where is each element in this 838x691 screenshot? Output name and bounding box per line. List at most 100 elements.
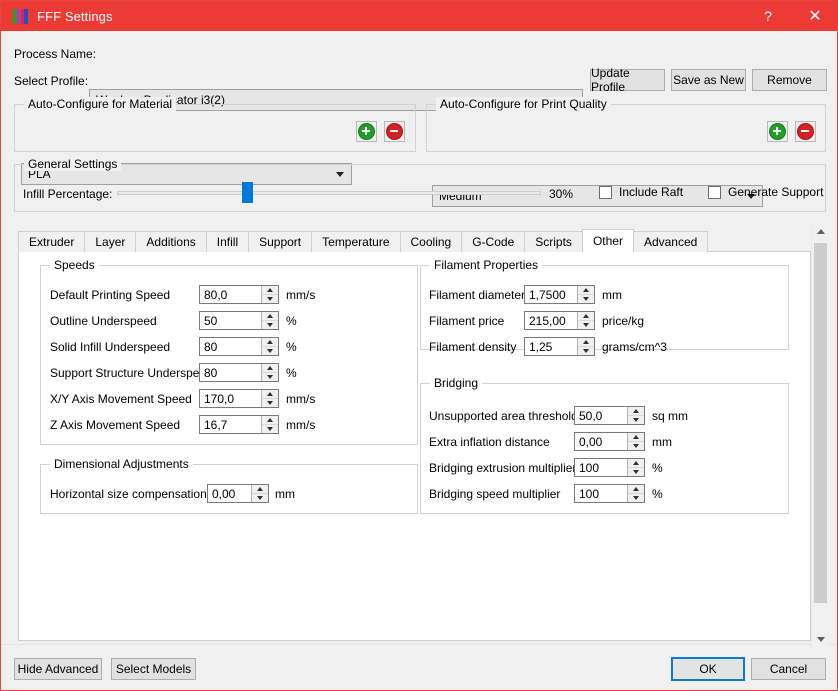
tab-support[interactable]: Support [248, 231, 313, 252]
spin-down-icon[interactable] [578, 347, 594, 355]
spin-down-icon[interactable] [628, 494, 644, 502]
ok-button[interactable]: OK [671, 657, 745, 681]
infill-percentage-value: 30% [549, 187, 574, 201]
tab-scripts[interactable]: Scripts [524, 231, 583, 252]
bridging-extrusion-multiplier-value: 100 [579, 460, 600, 475]
spin-up-icon[interactable] [628, 407, 644, 416]
filament-price-input[interactable]: 215,00 [524, 311, 595, 330]
infill-slider-thumb[interactable] [242, 182, 253, 203]
remove-profile-button[interactable]: Remove [752, 69, 827, 91]
bridging-speed-multiplier-input[interactable]: 100 [574, 484, 645, 503]
solid-infill-underspeed-input[interactable]: 80 [199, 337, 279, 356]
spinner-buttons[interactable] [577, 338, 594, 355]
scrollbar-thumb[interactable] [814, 243, 827, 603]
spin-up-icon[interactable] [262, 416, 278, 425]
spinner-buttons[interactable] [261, 312, 278, 329]
hide-advanced-button[interactable]: Hide Advanced [14, 658, 102, 680]
spin-down-icon[interactable] [262, 425, 278, 433]
auto-configure-material-title: Auto-Configure for Material [24, 97, 177, 111]
select-models-button[interactable]: Select Models [111, 658, 196, 680]
spinner-buttons[interactable] [251, 485, 268, 502]
spin-up-icon[interactable] [252, 485, 268, 494]
horizontal-size-compensation-unit: mm [275, 487, 295, 501]
spin-down-icon[interactable] [628, 416, 644, 424]
spinner-buttons[interactable] [261, 286, 278, 303]
spin-up-icon[interactable] [628, 433, 644, 442]
spin-up-icon[interactable] [578, 312, 594, 321]
spin-down-icon[interactable] [262, 347, 278, 355]
tab-cooling[interactable]: Cooling [399, 231, 463, 252]
remove-quality-button[interactable] [795, 121, 816, 142]
spin-up-icon[interactable] [262, 390, 278, 399]
tab-extruder[interactable]: Extruder [18, 231, 86, 252]
tab-layer[interactable]: Layer [84, 231, 137, 252]
tab-infill[interactable]: Infill [205, 231, 250, 252]
filament-diameter-label: Filament diameter [429, 288, 526, 302]
spin-down-icon[interactable] [262, 373, 278, 381]
spin-up-icon[interactable] [262, 364, 278, 373]
spinner-buttons[interactable] [577, 312, 594, 329]
spin-down-icon[interactable] [252, 494, 268, 502]
support-structure-underspeed-input[interactable]: 80 [199, 363, 279, 382]
tab-temperature[interactable]: Temperature [311, 231, 401, 252]
filament-diameter-input[interactable]: 1,7500 [524, 285, 595, 304]
spinner-buttons[interactable] [261, 416, 278, 433]
spinner-buttons[interactable] [577, 286, 594, 303]
spin-up-icon[interactable] [628, 459, 644, 468]
spin-down-icon[interactable] [578, 295, 594, 303]
save-as-new-button[interactable]: Save as New [671, 69, 746, 91]
scroll-up-icon[interactable] [812, 223, 829, 240]
z-axis-movement-speed-input[interactable]: 16,7 [199, 415, 279, 434]
remove-material-button[interactable] [384, 121, 405, 142]
spin-up-icon[interactable] [578, 286, 594, 295]
spinner-buttons[interactable] [627, 433, 644, 450]
spin-down-icon[interactable] [628, 468, 644, 476]
spinner-buttons[interactable] [627, 459, 644, 476]
tab-other[interactable]: Other [581, 229, 634, 252]
spin-up-icon[interactable] [578, 338, 594, 347]
xy-axis-movement-speed-input[interactable]: 170,0 [199, 389, 279, 408]
spin-down-icon[interactable] [628, 442, 644, 450]
extra-inflation-distance-input[interactable]: 0,00 [574, 432, 645, 451]
horizontal-size-compensation-input[interactable]: 0,00 [207, 484, 269, 503]
spinner-buttons[interactable] [261, 390, 278, 407]
default-printing-speed-input[interactable]: 80,0 [199, 285, 279, 304]
plus-circle-icon [769, 123, 786, 140]
close-icon[interactable]: ✕ [791, 1, 837, 31]
spin-down-icon[interactable] [262, 399, 278, 407]
filament-density-label: Filament density [429, 340, 517, 354]
spin-up-icon[interactable] [628, 485, 644, 494]
add-material-button[interactable] [356, 121, 377, 142]
generate-support-checkbox[interactable]: Generate Support [708, 185, 823, 199]
include-raft-checkbox[interactable]: Include Raft [599, 185, 683, 199]
spinner-buttons[interactable] [627, 485, 644, 502]
spin-down-icon[interactable] [262, 295, 278, 303]
checkbox-box [708, 185, 721, 199]
tab-additions[interactable]: Additions [135, 231, 207, 252]
tab-panel-other: Speeds Default Printing Speed 80,0 mm/s … [18, 251, 811, 641]
spin-up-icon[interactable] [262, 338, 278, 347]
spin-down-icon[interactable] [578, 321, 594, 329]
spin-up-icon[interactable] [262, 312, 278, 321]
tab-g-code[interactable]: G-Code [461, 231, 526, 252]
spinner-buttons[interactable] [261, 364, 278, 381]
add-quality-button[interactable] [767, 121, 788, 142]
spinner-buttons[interactable] [261, 338, 278, 355]
infill-slider-track[interactable] [117, 191, 541, 195]
settings-scrollbar[interactable] [811, 223, 829, 648]
outline-underspeed-input[interactable]: 50 [199, 311, 279, 330]
spin-down-icon[interactable] [262, 321, 278, 329]
filament-density-input[interactable]: 1,25 [524, 337, 595, 356]
spin-up-icon[interactable] [262, 286, 278, 295]
unsupported-area-threshold-input[interactable]: 50,0 [574, 406, 645, 425]
update-profile-button[interactable]: Update Profile [590, 66, 665, 94]
help-button[interactable]: ? [745, 1, 791, 31]
scroll-down-icon[interactable] [812, 631, 829, 648]
cancel-button[interactable]: Cancel [751, 658, 826, 680]
spinner-buttons[interactable] [627, 407, 644, 424]
tab-advanced[interactable]: Advanced [632, 231, 709, 252]
filament-diameter-value: 1,7500 [529, 287, 566, 302]
xy-axis-movement-speed-label: X/Y Axis Movement Speed [50, 392, 192, 406]
extra-inflation-distance-label: Extra inflation distance [429, 435, 550, 449]
bridging-extrusion-multiplier-input[interactable]: 100 [574, 458, 645, 477]
